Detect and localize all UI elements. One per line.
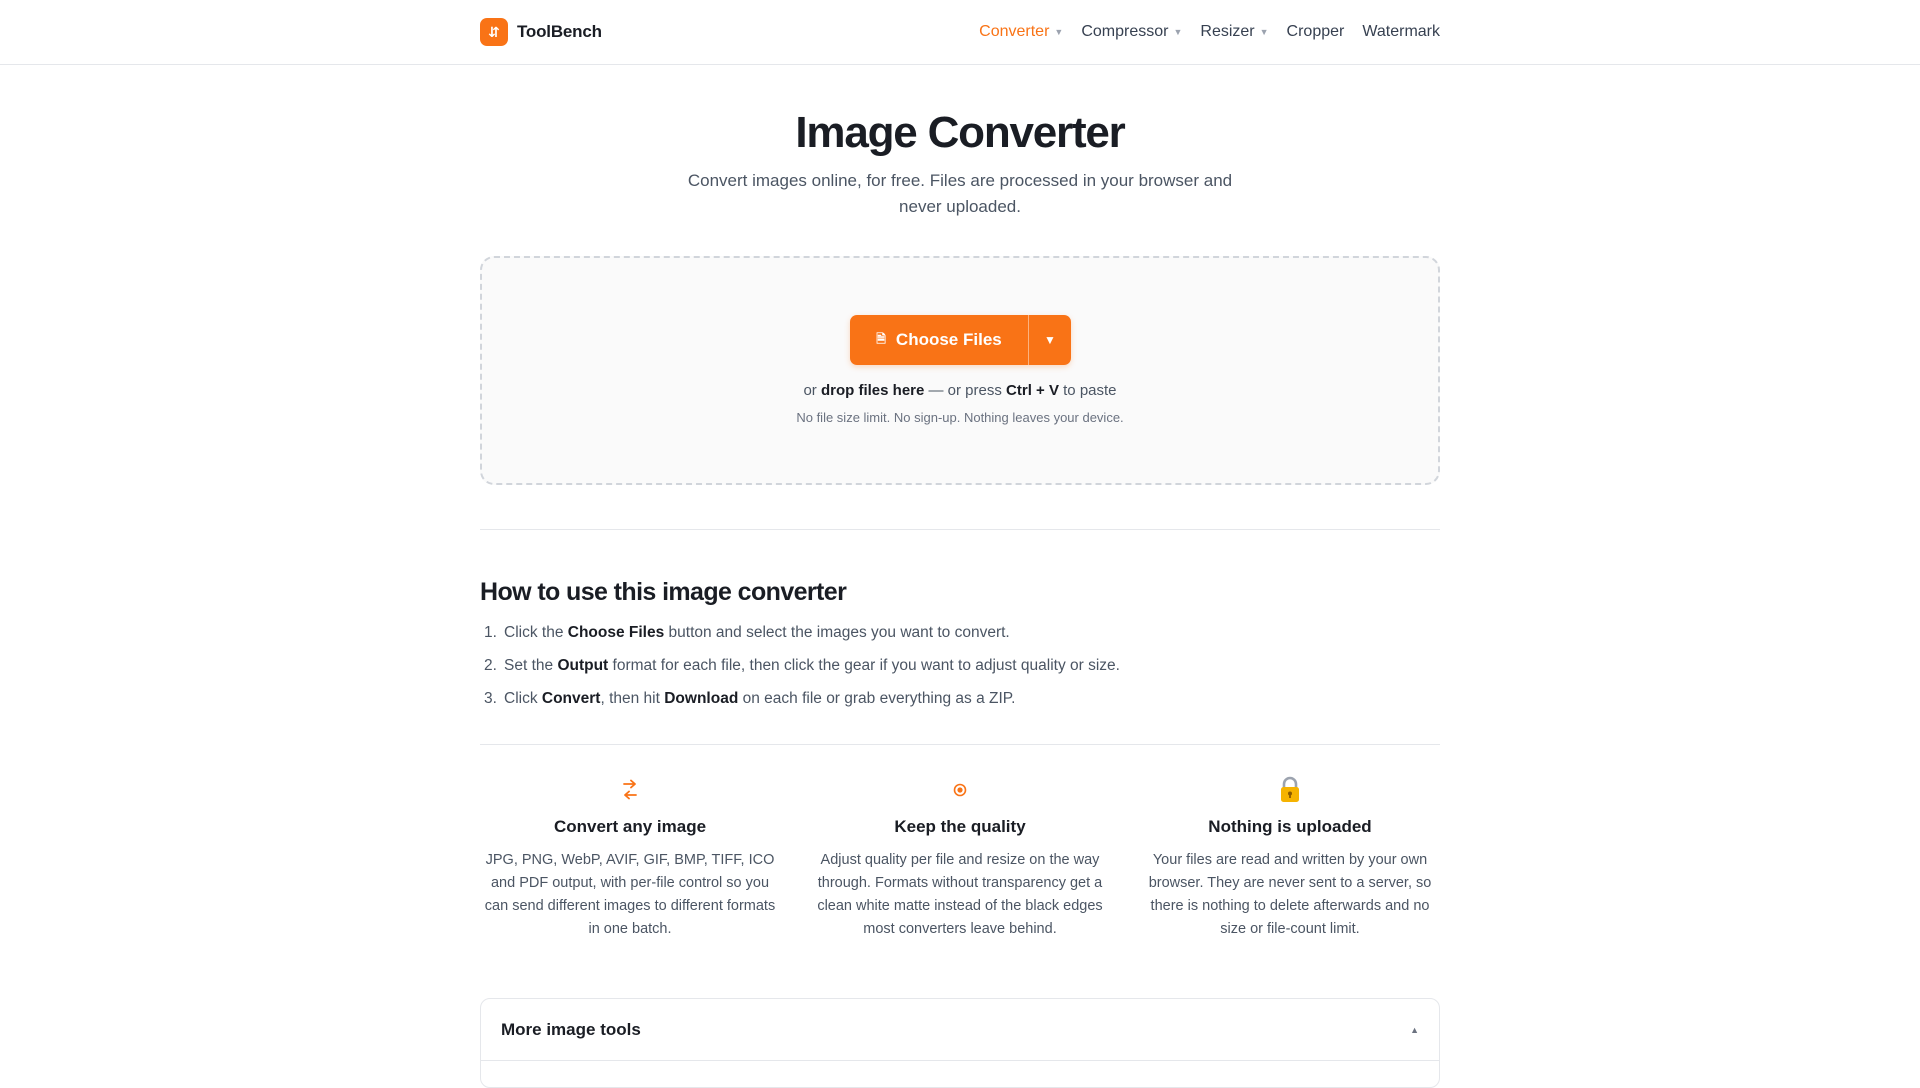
feature-card: Convert any image JPG, PNG, WebP, AVIF, … <box>480 773 780 941</box>
file-dropzone[interactable]: 🗎 Choose Files ▼ or drop files here — or… <box>480 256 1440 485</box>
feature-description: Your files are read and written by your … <box>1148 852 1432 937</box>
brand-logo-icon: ⇵ <box>480 18 508 46</box>
step-text: Set the Output format for each file, the… <box>504 655 1120 688</box>
more-tools-panel: More image tools ▲ <box>480 998 1440 1088</box>
nav-resizer[interactable]: Resizer ▼ <box>1200 23 1268 41</box>
main-nav: Converter ▼ Compressor ▼ Resizer ▼ Cropp… <box>979 23 1440 41</box>
step-text-bold: Output <box>557 657 609 674</box>
how-to-step: 2. Set the Output format for each file, … <box>484 655 1444 688</box>
drop-suffix: to paste <box>1058 382 1117 399</box>
step-text-post: on each file or grab everything as a ZIP… <box>738 690 1016 707</box>
drop-files-emphasis: drop files here <box>820 382 925 399</box>
drop-instructions: or drop files here — or press Ctrl + V t… <box>482 382 1438 399</box>
header-inner: ⇵ ToolBench Converter ▼ Compressor ▼ Res… <box>480 0 1440 64</box>
how-to-step: 1. Click the Choose Files button and sel… <box>484 622 1444 655</box>
chevron-up-icon: ▲ <box>1410 1024 1419 1035</box>
choose-files-group: 🗎 Choose Files ▼ <box>850 315 1071 365</box>
paste-shortcut: Ctrl + V <box>1006 382 1059 399</box>
feature-title: Convert any image <box>553 817 707 836</box>
drop-note: No file size limit. No sign-up. Nothing … <box>796 410 1124 425</box>
feature-title: Nothing is uploaded <box>1208 817 1372 836</box>
step-number: 2. <box>484 657 497 674</box>
feature-card: Nothing is uploaded Your files are read … <box>1140 773 1440 941</box>
nav-cropper[interactable]: Cropper <box>1287 23 1345 41</box>
nav-cropper-label: Cropper <box>1286 23 1345 40</box>
how-to-step: 3. Click Convert, then hit Download on e… <box>484 688 1444 721</box>
chevron-down-icon: ▼ <box>1044 333 1056 347</box>
target-icon-svg <box>953 783 967 797</box>
step-number: 3. <box>484 690 497 707</box>
lock-icon-svg <box>1281 776 1299 802</box>
step-text: Click Convert, then hit Download on each… <box>504 688 1015 721</box>
nav-converter[interactable]: Converter ▼ <box>979 23 1063 41</box>
step-number: 1. <box>484 624 497 641</box>
section-divider <box>480 529 1440 530</box>
chevron-down-icon: ▼ <box>1259 27 1269 37</box>
brand-name: ToolBench <box>517 22 602 41</box>
more-tools-title: More image tools <box>501 1019 641 1039</box>
how-to-steps: 1. Click the Choose Files button and sel… <box>484 622 1444 721</box>
step-text-post: format for each file, then click the gea… <box>608 657 1120 674</box>
nav-compressor[interactable]: Compressor ▼ <box>1081 23 1182 41</box>
target-icon <box>810 773 1110 807</box>
nav-compressor-label: Compressor <box>1081 23 1169 40</box>
file-icon: 🗎 <box>876 331 886 346</box>
step-text-pre: Click the <box>504 624 568 641</box>
feature-description: JPG, PNG, WebP, AVIF, GIF, BMP, TIFF, IC… <box>484 852 776 937</box>
nav-resizer-label: Resizer <box>1200 23 1255 40</box>
page-title: Image Converter <box>795 108 1125 157</box>
nav-converter-label: Converter <box>979 23 1050 40</box>
chevron-down-icon: ▼ <box>1054 27 1064 37</box>
step-text-bold: Download <box>664 690 739 707</box>
features-row: Convert any image JPG, PNG, WebP, AVIF, … <box>480 773 1440 941</box>
drop-prefix: or <box>803 382 821 399</box>
how-to-title: How to use this image converter <box>480 578 847 606</box>
convert-arrows-icon <box>480 773 780 807</box>
site-header: ⇵ ToolBench Converter ▼ Compressor ▼ Res… <box>0 0 1920 65</box>
page-subtitle: Convert images online, for free. Files a… <box>687 171 1233 216</box>
step-text-pre: Set the <box>504 657 558 674</box>
step-text-bold: Convert <box>541 690 601 707</box>
choose-files-dropdown-button[interactable]: ▼ <box>1028 315 1071 365</box>
step-text-post: button and select the images you want to… <box>664 624 1010 641</box>
step-text-mid: , then hit <box>600 690 665 707</box>
feature-description: Adjust quality per file and resize on th… <box>817 852 1103 937</box>
choose-files-button[interactable]: 🗎 Choose Files <box>850 315 1028 365</box>
more-tools-toggle[interactable]: More image tools ▲ <box>481 999 1439 1061</box>
nav-watermark[interactable]: Watermark <box>1362 23 1440 41</box>
step-text-bold: Choose Files <box>567 624 665 641</box>
convert-arrows-icon-svg <box>623 779 637 800</box>
step-text: Click the Choose Files button and select… <box>504 622 1010 655</box>
drop-middle: — or press <box>924 382 1007 399</box>
section-divider <box>480 744 1440 745</box>
step-text-pre: Click <box>504 690 542 707</box>
brand-link[interactable]: ⇵ ToolBench <box>480 18 602 46</box>
feature-title: Keep the quality <box>894 817 1026 836</box>
choose-files-label: Choose Files <box>895 330 1002 349</box>
feature-card: Keep the quality Adjust quality per file… <box>810 773 1110 941</box>
nav-watermark-label: Watermark <box>1362 23 1440 40</box>
lock-icon <box>1140 773 1440 807</box>
chevron-down-icon: ▼ <box>1173 27 1183 37</box>
